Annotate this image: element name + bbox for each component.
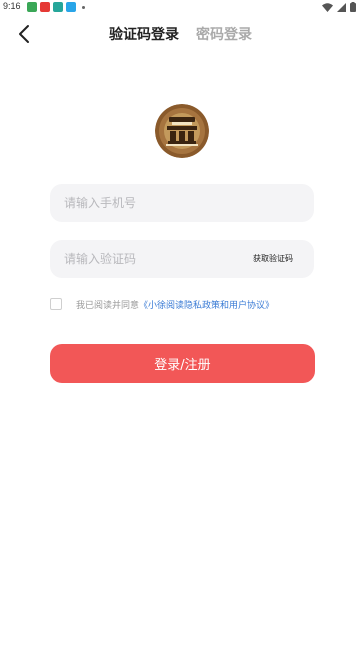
agreement-text: 我已阅读并同意 — [76, 300, 140, 311]
chevron-left-icon — [19, 25, 29, 43]
status-time: 9:16 — [3, 1, 21, 11]
login-register-button[interactable]: 登录/注册 — [50, 344, 315, 383]
app-red-icon — [40, 2, 50, 12]
privacy-policy-link[interactable]: 《小徐阅读隐私政策和用户协议》 — [139, 298, 274, 311]
app-green-icon — [27, 2, 37, 12]
verification-code-input[interactable] — [64, 240, 244, 278]
tab-sms-login[interactable]: 验证码登录 — [109, 24, 179, 44]
more-notifications-icon — [82, 5, 85, 9]
wifi-icon — [322, 2, 333, 12]
top-nav: 验证码登录 密码登录 — [0, 18, 364, 50]
battery-icon — [350, 2, 356, 12]
signal-icon — [337, 2, 346, 12]
notification-icons — [27, 2, 85, 12]
code-field: 获取验证码 — [50, 240, 314, 278]
app-blue-icon — [66, 2, 76, 12]
get-code-button[interactable]: 获取验证码 — [253, 253, 293, 264]
app-teal-icon — [53, 2, 63, 12]
brand-logo — [155, 104, 209, 158]
phone-field — [50, 184, 314, 222]
system-icons — [322, 2, 356, 12]
tab-password-login[interactable]: 密码登录 — [196, 24, 252, 44]
phone-input[interactable] — [64, 184, 300, 222]
status-bar: 9:16 — [0, 0, 364, 14]
back-button[interactable] — [12, 22, 36, 46]
agreement-row: 我已阅读并同意 《小徐阅读隐私政策和用户协议》 — [50, 297, 274, 311]
brand-logo-icon — [155, 104, 209, 158]
agreement-checkbox[interactable] — [50, 298, 62, 310]
